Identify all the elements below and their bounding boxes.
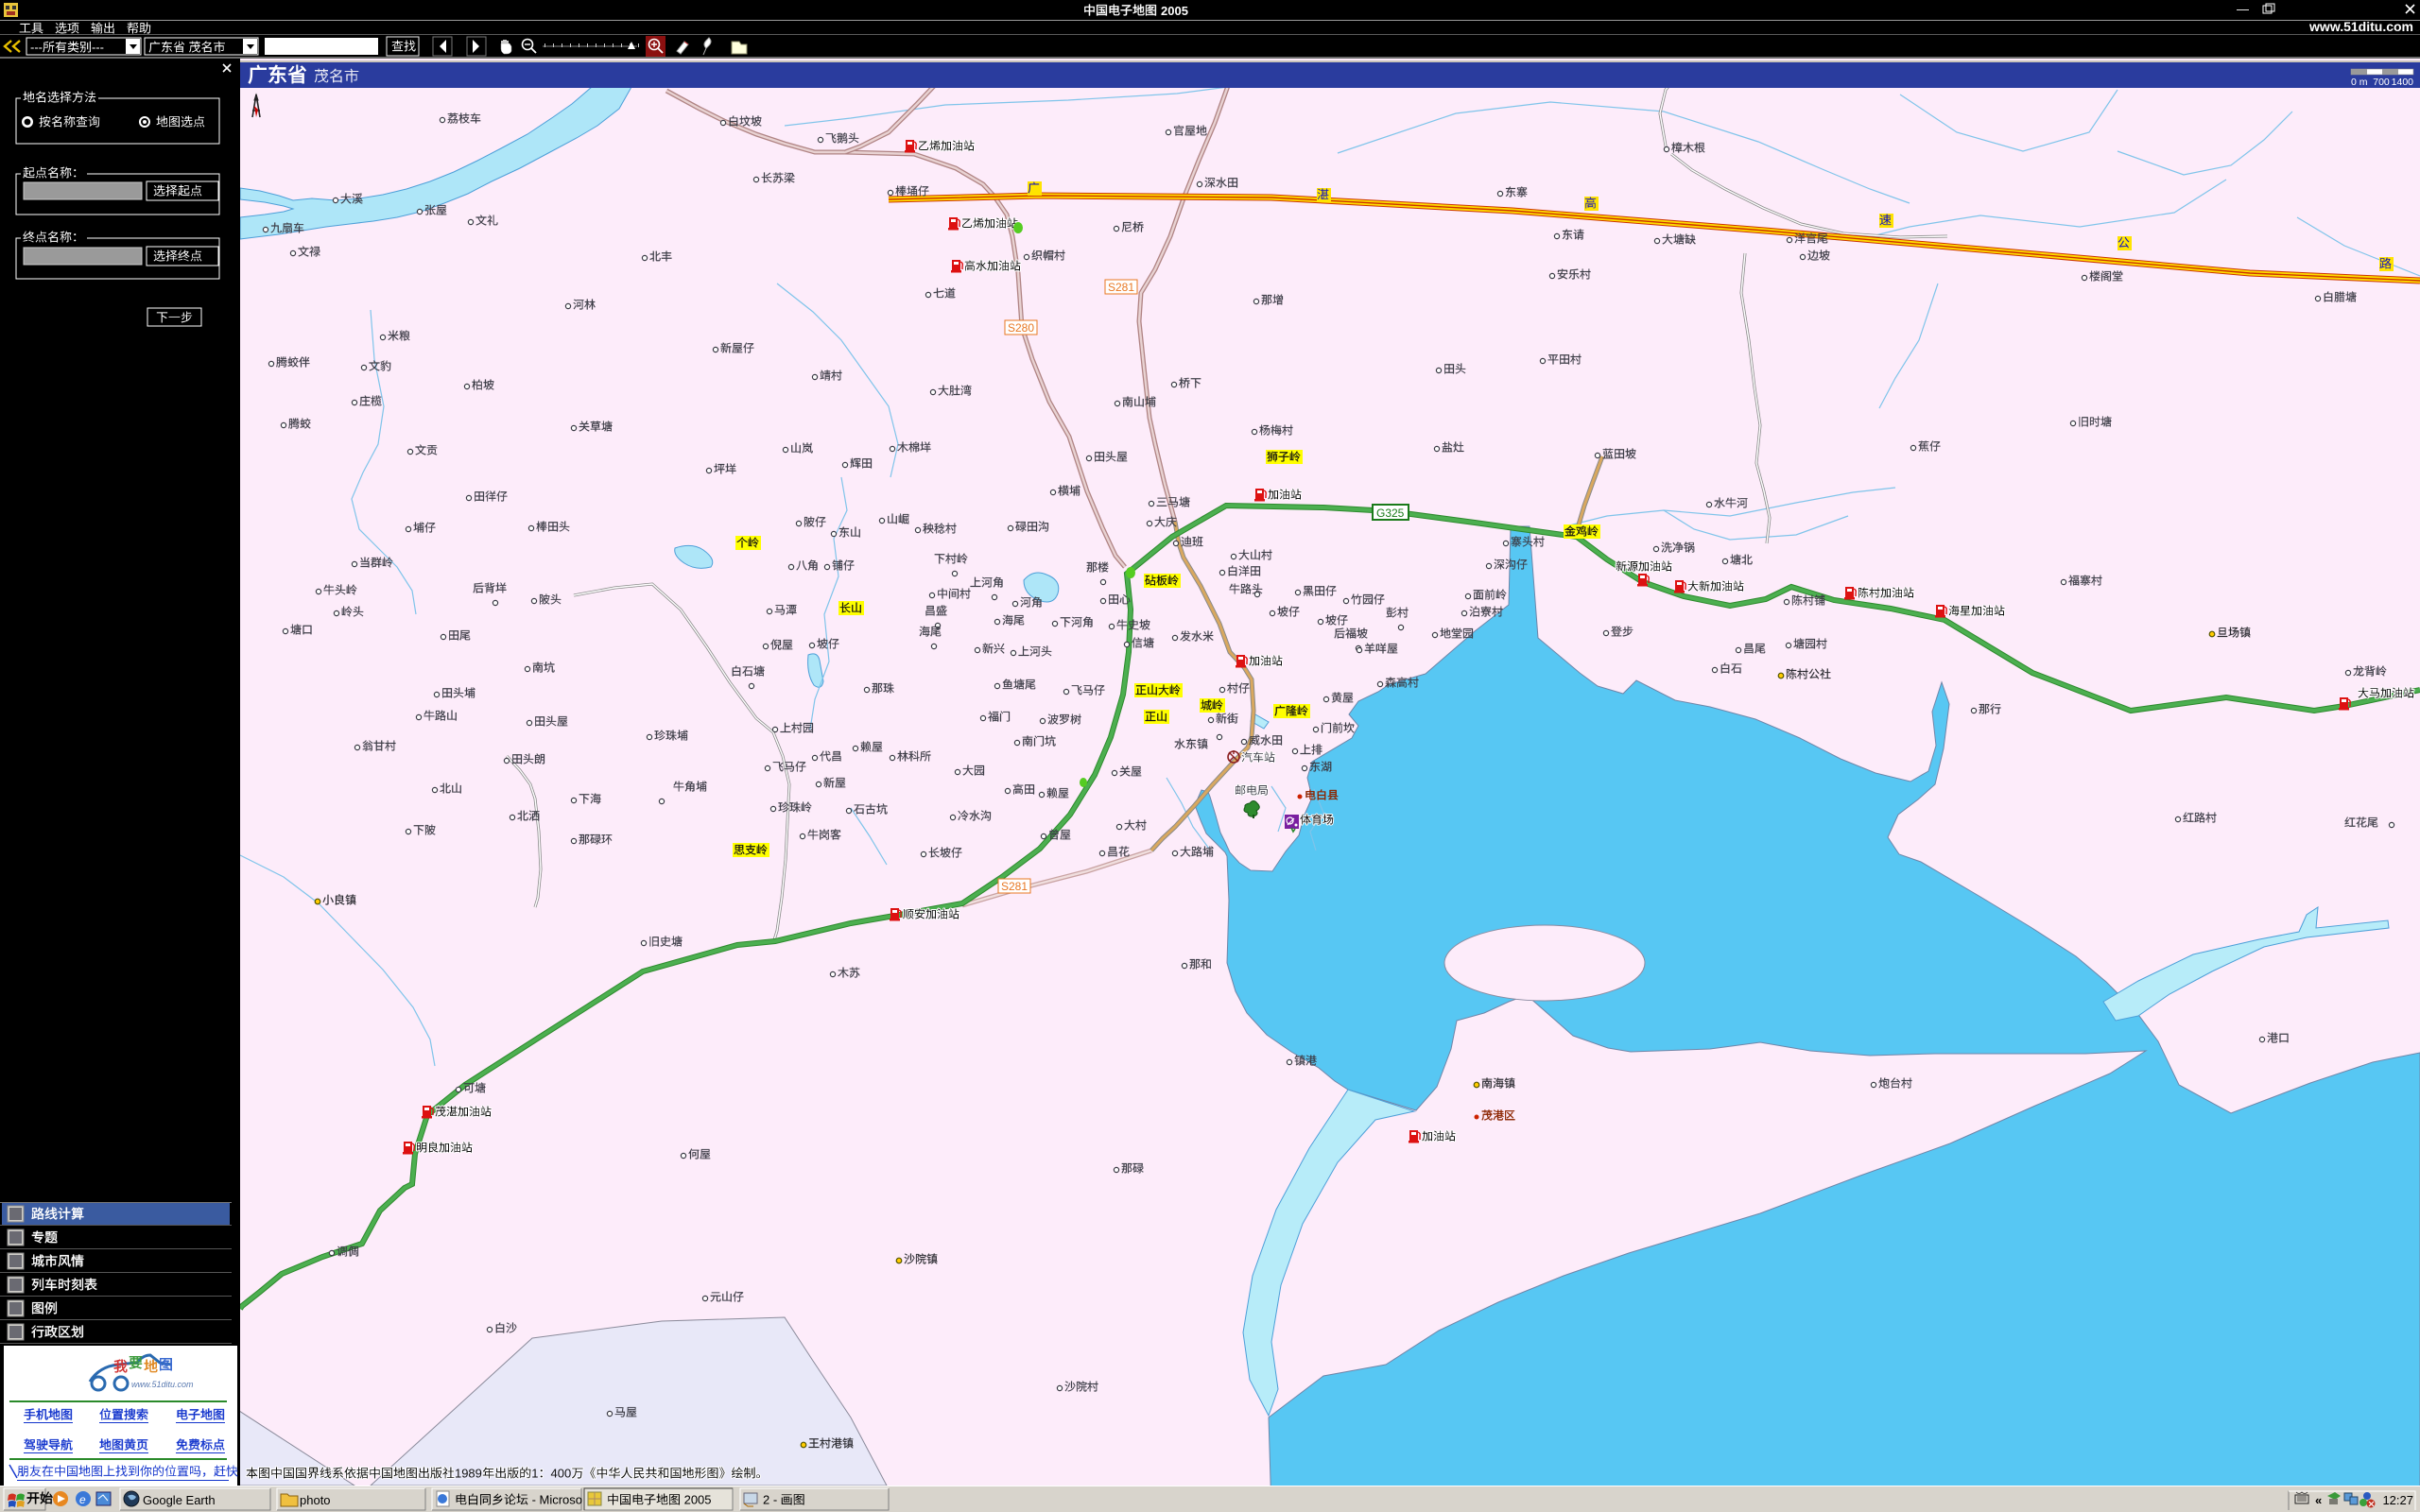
svg-text:«: « xyxy=(2315,1493,2322,1507)
svg-text:e: e xyxy=(79,1493,86,1506)
svg-text:1989: 1989 xyxy=(455,1466,482,1480)
svg-text:S280: S280 xyxy=(1008,321,1034,335)
svg-text:12:27: 12:27 xyxy=(2382,1493,2413,1507)
svg-text:Google Earth: Google Earth xyxy=(143,1493,216,1507)
svg-text:S281: S281 xyxy=(1108,281,1134,294)
svg-text:- Microso: - Microso xyxy=(528,1492,582,1506)
svg-text:—: — xyxy=(2237,2,2249,16)
svg-text:2005: 2005 xyxy=(1161,4,1188,18)
svg-text:---: --- xyxy=(30,40,43,54)
svg-text:2005: 2005 xyxy=(681,1492,712,1506)
svg-text:1400: 1400 xyxy=(2392,77,2414,88)
svg-text:0 m: 0 m xyxy=(2351,77,2368,88)
svg-text:1: 1 xyxy=(531,1466,538,1480)
svg-text:700: 700 xyxy=(2373,77,2390,88)
svg-text:www.51ditu.com: www.51ditu.com xyxy=(131,1380,194,1389)
svg-text:photo: photo xyxy=(300,1493,331,1507)
svg-text:G325: G325 xyxy=(1376,507,1405,520)
svg-text:400: 400 xyxy=(551,1466,572,1480)
svg-text:www.51ditu.com: www.51ditu.com xyxy=(2308,19,2413,34)
svg-text:S281: S281 xyxy=(1001,880,1028,893)
svg-text:2 -: 2 - xyxy=(763,1492,781,1506)
svg-text:---: --- xyxy=(92,40,104,54)
